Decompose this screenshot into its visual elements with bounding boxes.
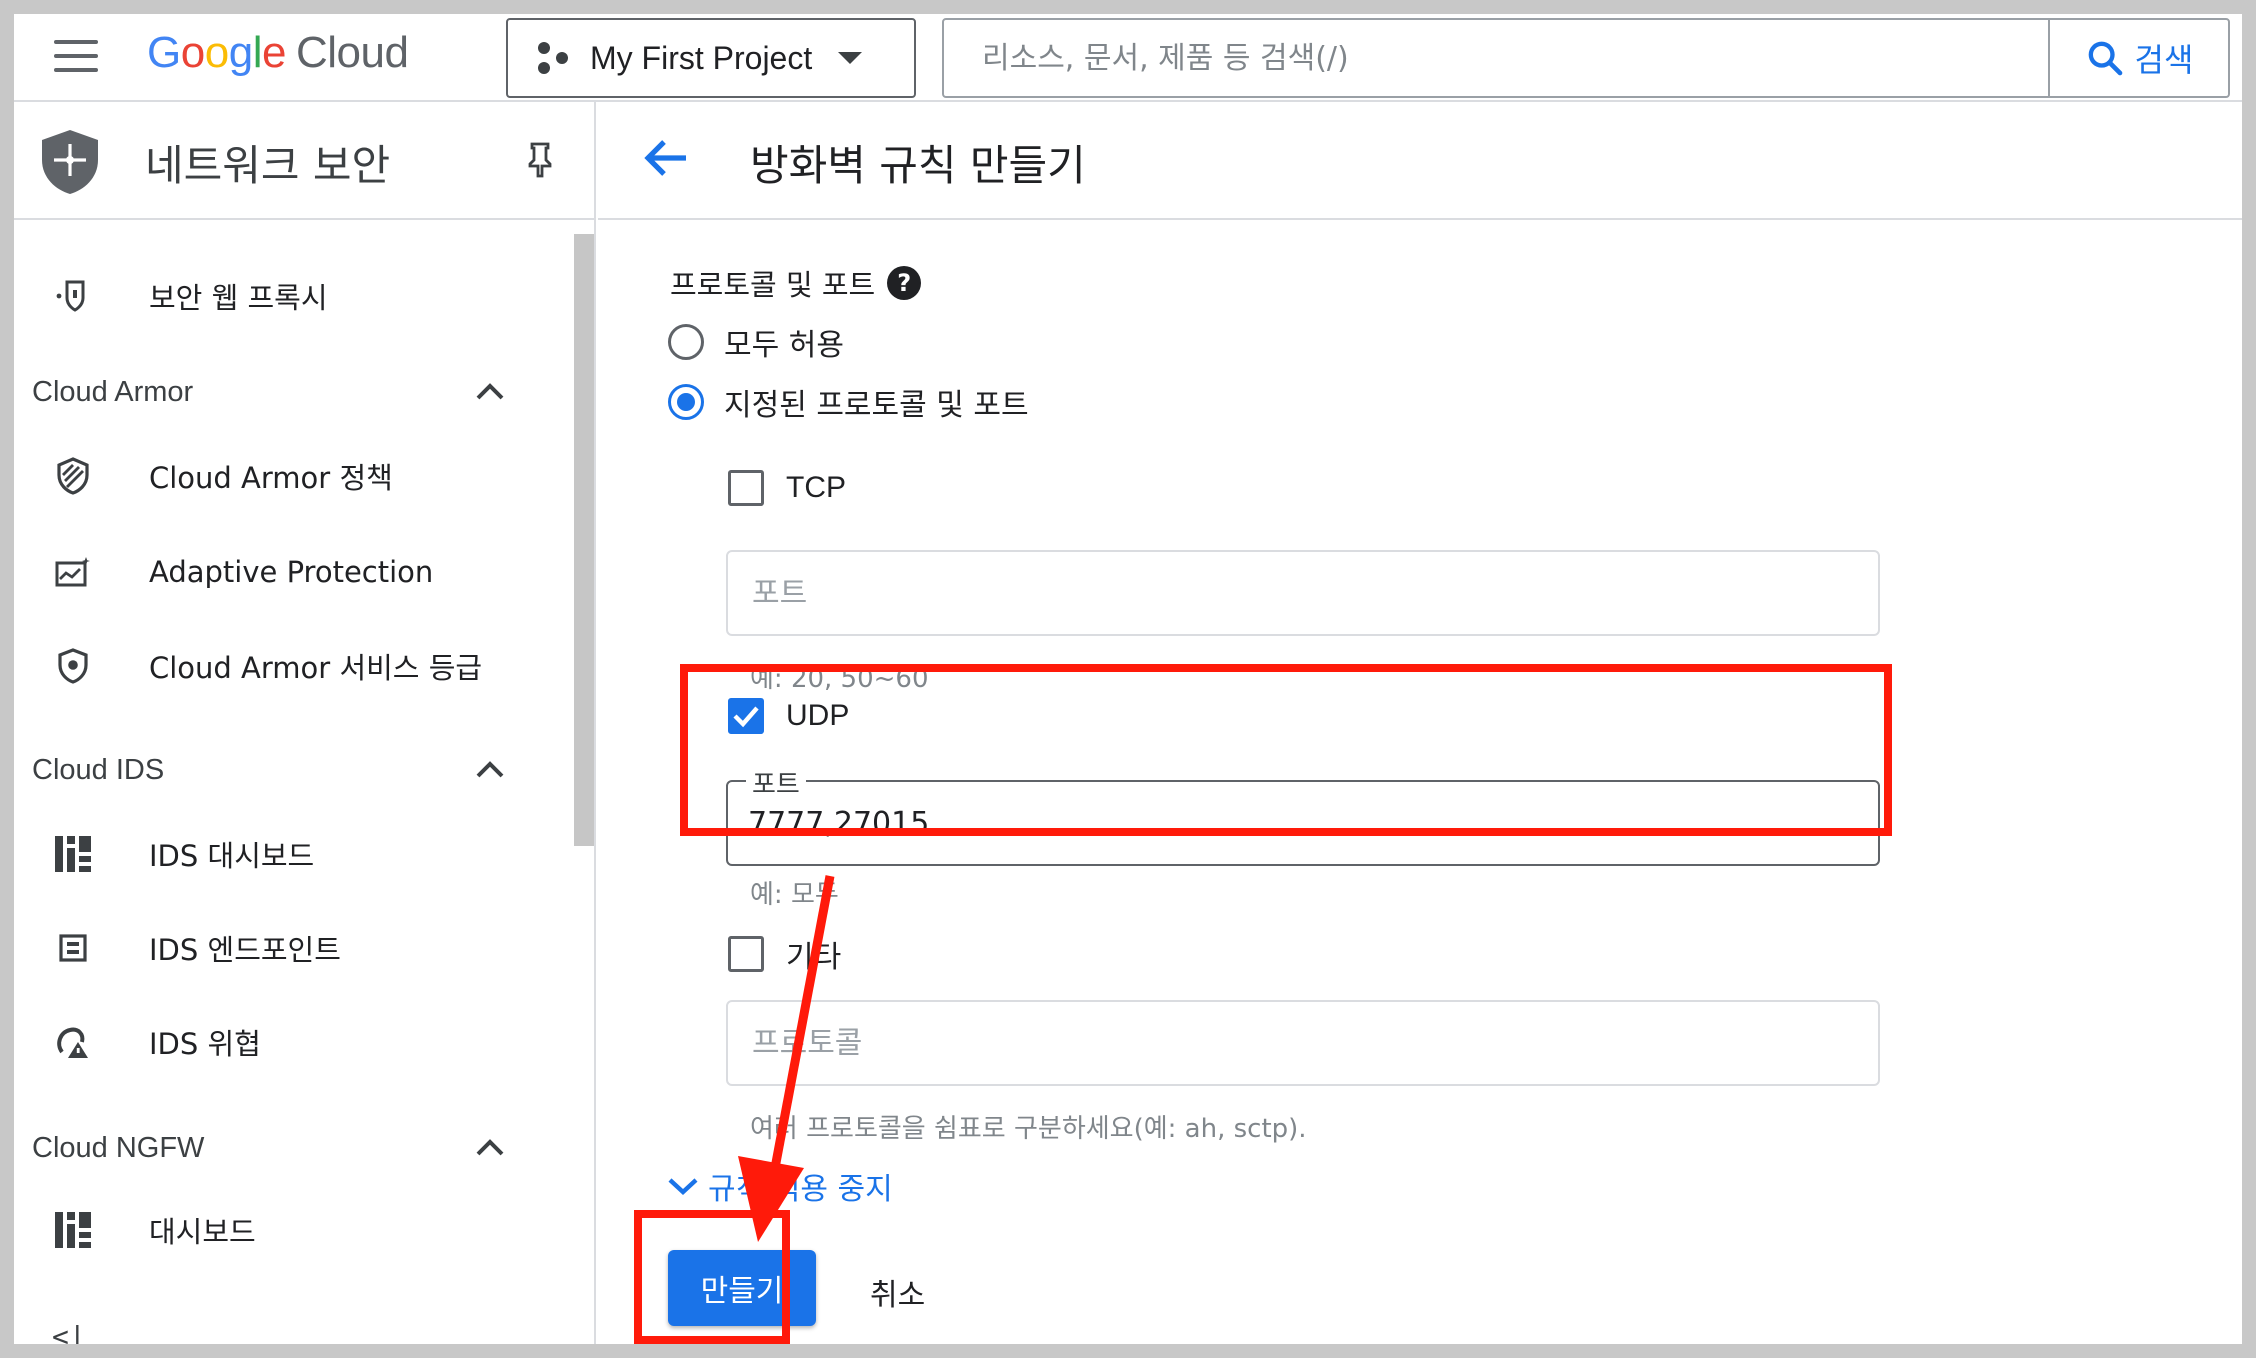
page-title: 방화벽 규칙 만들기 <box>750 141 1086 190</box>
protocols-ports-label: 프로토콜 및 포트 ? <box>670 262 922 304</box>
other-hint: 여러 프로토콜을 쉼표로 구분하세요(예: ah, sctp). <box>750 1114 1307 1144</box>
section-cloud-armor[interactable]: Cloud Armor <box>14 362 574 422</box>
sidebar-item-secure-web-proxy[interactable]: 보안 웹 프록시 <box>14 264 574 328</box>
section-cloud-ids[interactable]: Cloud IDS <box>14 740 574 800</box>
network-security-shield-icon <box>42 130 98 194</box>
search-button[interactable]: 검색 <box>2048 20 2228 96</box>
annotation-udp-highlight <box>680 664 1892 836</box>
proxy-shield-icon <box>48 276 98 316</box>
sidebar-item-cloud-armor-policy[interactable]: Cloud Armor 정책 <box>14 444 574 508</box>
chevron-up-icon <box>476 383 504 400</box>
radio-button-selected[interactable] <box>668 384 704 420</box>
sidebar-item-adaptive-protection[interactable]: Adaptive Protection <box>14 540 574 604</box>
radio-allow-all[interactable]: 모두 허용 <box>668 320 844 364</box>
adaptive-chart-icon <box>48 552 98 592</box>
radio-specified-protocols[interactable]: 지정된 프로토콜 및 포트 <box>668 380 1029 424</box>
badge-shield-icon <box>48 646 98 686</box>
other-protocol-field <box>726 1000 1880 1086</box>
section-cloud-ngfw[interactable]: Cloud NGFW <box>14 1118 574 1178</box>
sidebar-header: 네트워크 보안 <box>14 102 594 220</box>
dashboard-grid-icon <box>48 834 98 874</box>
back-arrow-icon[interactable] <box>644 138 688 178</box>
project-picker[interactable]: My First Project <box>506 18 916 98</box>
other-checkbox-row[interactable]: 기타 <box>728 932 841 976</box>
sidebar-title: 네트워크 보안 <box>145 141 391 190</box>
app-frame: GoogleCloud My First Project 검색 <box>14 14 2242 1344</box>
sidebar: 네트워크 보안 보안 웹 프록시 Cloud Armor Cloud Armor… <box>14 102 596 1344</box>
project-icon <box>536 40 576 76</box>
other-checkbox[interactable] <box>728 936 764 972</box>
tcp-port-field <box>726 550 1880 636</box>
endpoint-icon <box>48 928 98 968</box>
google-cloud-logo[interactable]: Google Cloud <box>147 28 409 78</box>
tcp-checkbox-row[interactable]: TCP <box>728 470 846 506</box>
tcp-port-input[interactable] <box>728 552 1878 634</box>
help-icon[interactable]: ? <box>887 266 922 300</box>
udp-hint: 예: 모두 <box>750 880 839 910</box>
search-icon <box>2088 41 2122 76</box>
menu-icon[interactable] <box>54 40 98 76</box>
main-header: 방화벽 규칙 만들기 <box>598 102 2242 220</box>
chevron-up-icon <box>476 1139 504 1156</box>
tcp-checkbox[interactable] <box>728 470 764 506</box>
cancel-button[interactable]: 취소 <box>870 1270 925 1314</box>
top-bar: GoogleCloud My First Project 검색 <box>14 14 2242 102</box>
sidebar-item-ids-threat[interactable]: IDS 위협 <box>14 1010 574 1074</box>
dashboard-grid-icon <box>48 1210 98 1250</box>
other-protocol-input[interactable] <box>728 1002 1878 1084</box>
chevron-up-icon <box>476 761 504 778</box>
chevron-down-icon <box>668 1178 698 1195</box>
search-bar: 검색 <box>942 18 2230 98</box>
collapse-sidebar-icon[interactable]: <| <box>52 1320 86 1344</box>
annotation-create-highlight <box>634 1210 790 1344</box>
sidebar-item-ids-dashboard[interactable]: IDS 대시보드 <box>14 822 574 886</box>
pin-icon[interactable] <box>526 142 554 178</box>
sidebar-item-dashboard[interactable]: 대시보드 <box>14 1198 574 1262</box>
sidebar-item-cloud-armor-tier[interactable]: Cloud Armor 서비스 등급 <box>14 634 574 698</box>
armor-shield-icon <box>48 456 98 496</box>
threat-icon <box>48 1022 98 1062</box>
project-name: My First Project <box>590 39 813 76</box>
caret-down-icon <box>838 52 863 64</box>
search-input[interactable] <box>944 20 2048 96</box>
disable-rule-toggle[interactable]: 규칙 적용 중지 <box>668 1164 893 1208</box>
radio-button[interactable] <box>668 324 704 360</box>
sidebar-scrollbar[interactable] <box>574 234 594 846</box>
sidebar-item-ids-endpoint[interactable]: IDS 엔드포인트 <box>14 916 574 980</box>
